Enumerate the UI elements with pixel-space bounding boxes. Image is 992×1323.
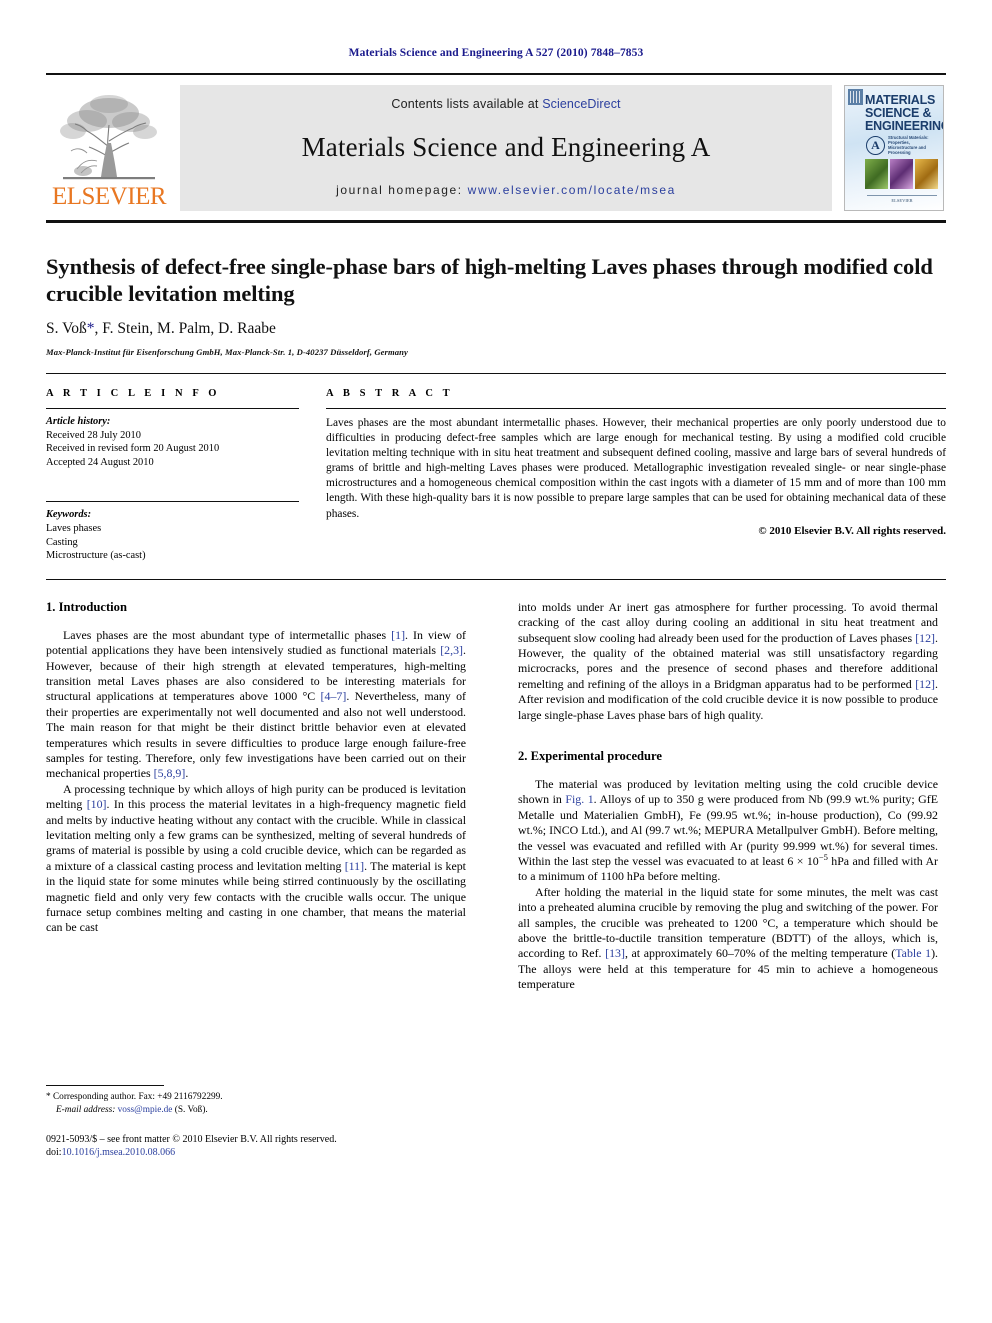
section-heading-introduction: 1. Introduction xyxy=(46,599,127,614)
cover-subtitle: Structural Materials: Properties, Micros… xyxy=(888,135,929,155)
keywords-label: Keywords: xyxy=(46,509,92,521)
journal-title: Materials Science and Engineering A xyxy=(301,131,711,162)
article-history: Article history: Received 28 July 2010 R… xyxy=(46,409,299,469)
exponent: −5 xyxy=(818,852,828,863)
footnote-rule xyxy=(46,1085,164,1087)
article-history-label: Article history: xyxy=(46,416,111,427)
cover-footer: ELSEVIER xyxy=(867,195,937,203)
received-date: Received 28 July 2010 xyxy=(46,429,141,441)
affiliation: Max-Planck-Institut für Eisenforschung G… xyxy=(46,347,408,357)
citation-ref[interactable]: [4–7] xyxy=(321,689,347,703)
author-rest: , F. Stein, M. Palm, D. Raabe xyxy=(94,320,276,337)
journal-cover-thumbnail: MATERIALS SCIENCE & ENGINEERING A Struct… xyxy=(842,85,946,211)
intro-paragraph-2: A processing technique by which alloys o… xyxy=(46,782,466,936)
keywords-rule xyxy=(46,501,299,503)
cover-micrograph-2 xyxy=(890,159,913,189)
email-label: E-mail address: xyxy=(56,1104,116,1115)
right-p1-part-a: into molds under Ar inert gas atmosphere… xyxy=(518,599,938,645)
journal-header: ELSEVIER Contents lists available at Sci… xyxy=(46,73,946,211)
paper-page: Materials Science and Engineering A 527 … xyxy=(0,0,992,1323)
publisher-logo: ELSEVIER xyxy=(46,85,172,211)
article-info-column: A R T I C L E I N F O Article history: R… xyxy=(46,388,299,563)
citation-ref[interactable]: [12] xyxy=(915,631,935,645)
keyword-item: Laves phases xyxy=(46,522,102,534)
contents-available-line: Contents lists available at ScienceDirec… xyxy=(391,97,620,111)
doi-label: doi: xyxy=(46,1147,62,1159)
sciencedirect-link[interactable]: ScienceDirect xyxy=(542,97,620,111)
abstract-text: Laves phases are the most abundant inter… xyxy=(326,417,946,520)
email-suffix: (S. Voß). xyxy=(172,1104,208,1115)
citation-ref[interactable]: [12] xyxy=(915,677,935,691)
cover-title: MATERIALS SCIENCE & ENGINEERING xyxy=(865,94,944,133)
body-column-right: into molds under Ar inert gas atmosphere… xyxy=(518,600,938,1160)
corresponding-author-note: * Corresponding author. Fax: +49 2116792… xyxy=(46,1091,466,1116)
citation-ref[interactable]: [5,8,9] xyxy=(154,766,186,780)
abstract-column: A B S T R A C T Laves phases are the mos… xyxy=(326,388,946,563)
imprint-block: 0921-5093/$ – see front matter © 2010 El… xyxy=(46,1133,466,1160)
keywords-block: Keywords: Laves phases Casting Microstru… xyxy=(46,501,299,562)
cover-micrographs xyxy=(865,159,938,189)
intro-p1-part-e: . xyxy=(185,766,189,781)
figure-ref[interactable]: Fig. 1 xyxy=(565,792,593,806)
body-columns: 1. Introduction Laves phases are the mos… xyxy=(46,600,946,1160)
citation-ref[interactable]: [13] xyxy=(605,946,625,960)
abstract-copyright: © 2010 Elsevier B.V. All rights reserved… xyxy=(758,524,946,537)
cover-series-badge: A xyxy=(866,135,885,155)
cover-micrograph-1 xyxy=(865,159,888,189)
corresponding-author-text: * Corresponding author. Fax: +49 2116792… xyxy=(46,1092,223,1103)
cover-title-line3: ENGINEERING xyxy=(865,119,944,133)
intro-p1-part-a: Laves phases are the most abundant type … xyxy=(63,627,392,642)
journal-banner: Contents lists available at ScienceDirec… xyxy=(180,85,832,211)
info-abstract-row: A R T I C L E I N F O Article history: R… xyxy=(46,388,946,563)
cover-micrograph-3 xyxy=(915,159,938,189)
citation-ref[interactable]: [11] xyxy=(345,859,364,873)
elsevier-wordmark: ELSEVIER xyxy=(51,183,167,210)
body-column-left: 1. Introduction Laves phases are the mos… xyxy=(46,600,466,1160)
cover-publisher-mark xyxy=(848,89,863,105)
title-block: Synthesis of defect-free single-phase ba… xyxy=(46,223,946,357)
journal-homepage-line: journal homepage: www.elsevier.com/locat… xyxy=(336,183,676,197)
elsevier-tree-logo xyxy=(60,95,157,180)
issn-line: 0921-5093/$ – see front matter © 2010 El… xyxy=(46,1133,337,1145)
contents-prefix: Contents lists available at xyxy=(391,97,543,111)
experimental-paragraph-1: The material was produced by levitation … xyxy=(518,777,938,885)
experimental-paragraph-2: After holding the material in the liquid… xyxy=(518,885,938,993)
journal-homepage-link[interactable]: www.elsevier.com/locate/msea xyxy=(468,183,676,197)
author-first: S. Voß xyxy=(46,320,87,337)
email-link[interactable]: voss@mpie.de xyxy=(118,1105,173,1115)
info-top-rule xyxy=(46,373,946,374)
article-title: Synthesis of defect-free single-phase ba… xyxy=(46,254,933,306)
article-info-label: A R T I C L E I N F O xyxy=(46,388,221,399)
running-head: Materials Science and Engineering A 527 … xyxy=(348,47,644,59)
doi-link[interactable]: 10.1016/j.msea.2010.08.066 xyxy=(62,1147,176,1158)
body-top-rule xyxy=(46,578,946,580)
revised-date: Received in revised form 20 August 2010 xyxy=(46,443,220,455)
intro-paragraph-1: Laves phases are the most abundant type … xyxy=(46,628,466,782)
section-heading-experimental: 2. Experimental procedure xyxy=(518,749,662,763)
corresponding-author-marker[interactable]: * xyxy=(87,320,95,337)
footnote-block: * Corresponding author. Fax: +49 2116792… xyxy=(46,1085,466,1160)
homepage-prefix: journal homepage: xyxy=(336,183,468,197)
doi-line: doi:10.1016/j.msea.2010.08.066 xyxy=(46,1146,466,1159)
citation-ref[interactable]: [2,3] xyxy=(440,643,463,657)
citation-ref[interactable]: [1] xyxy=(391,628,405,642)
abstract-label: A B S T R A C T xyxy=(326,388,454,399)
exp-p2-part-b: , at approximately 60–70% of the melting… xyxy=(624,946,896,961)
accepted-date: Accepted 24 August 2010 xyxy=(46,456,154,468)
keyword-item: Microstructure (as-cast) xyxy=(46,550,146,562)
citation-ref[interactable]: [10] xyxy=(87,797,107,811)
author-list: S. Voß*, F. Stein, M. Palm, D. Raabe xyxy=(46,320,946,338)
keyword-item: Casting xyxy=(46,536,78,548)
table-ref[interactable]: Table 1 xyxy=(895,946,931,960)
right-paragraph-1: into molds under Ar inert gas atmosphere… xyxy=(518,600,938,723)
